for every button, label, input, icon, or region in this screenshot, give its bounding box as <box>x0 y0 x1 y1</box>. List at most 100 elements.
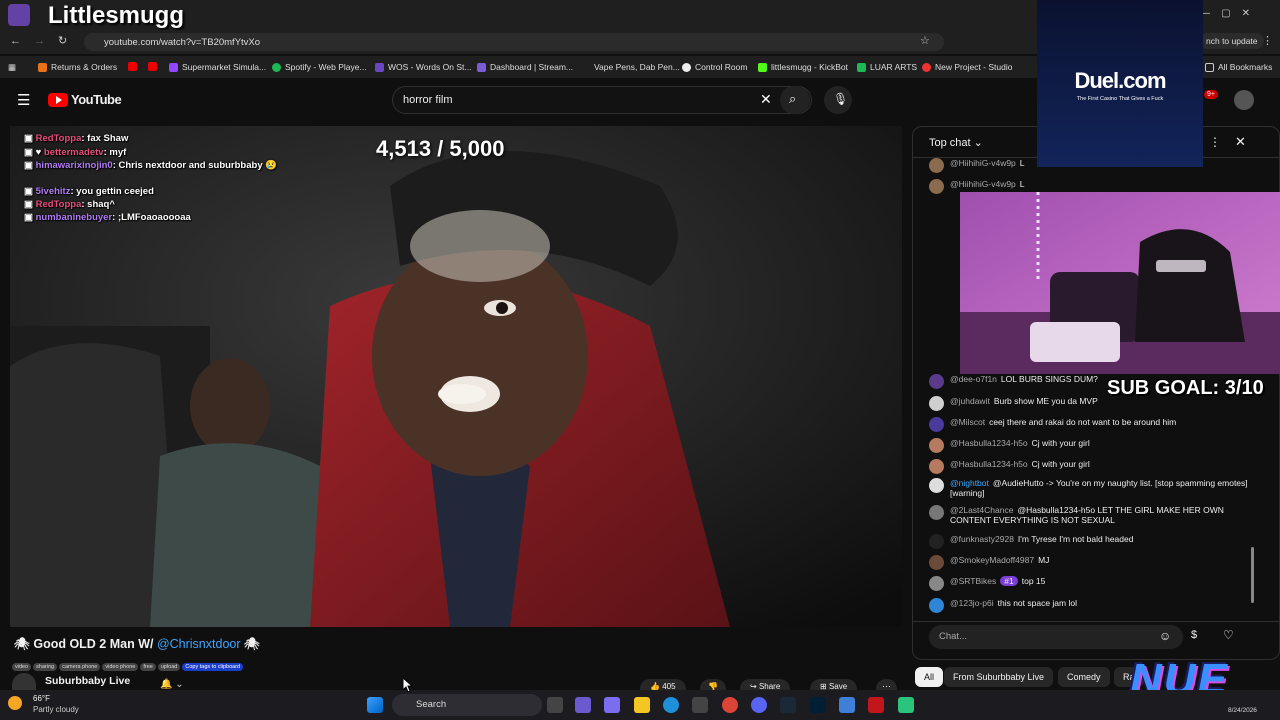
copilot-icon[interactable] <box>575 697 591 713</box>
back-icon[interactable]: ← <box>10 35 21 47</box>
bookmark-item[interactable]: Dashboard | Stream... <box>477 62 573 72</box>
chat-avatar[interactable] <box>929 179 944 194</box>
chat-message[interactable]: @funknasty2928 I'm Tyrese I'm not bald he… <box>929 534 1249 549</box>
chat-avatar[interactable] <box>929 158 944 173</box>
chat-input[interactable]: Chat... <box>929 625 1183 649</box>
chat-mode-dropdown[interactable]: Top chat ⌄ <box>929 136 983 149</box>
emoji-icon[interactable]: ☺ <box>1159 629 1171 643</box>
bookmark-item[interactable]: LUAR ARTS <box>857 62 917 72</box>
chat-message[interactable]: @Hasbulla1234-h5o Cj with your girl <box>929 438 1249 453</box>
chat-author[interactable]: @HiihihiG-v4w9p <box>950 179 1016 189</box>
chat-avatar[interactable] <box>929 505 944 520</box>
chat-avatar[interactable] <box>929 459 944 474</box>
chat-author[interactable]: @funknasty2928 <box>950 534 1014 544</box>
taskbar-search[interactable]: Search <box>392 694 542 716</box>
chat-avatar[interactable] <box>929 478 944 493</box>
bookmark-item[interactable]: New Project - Studio <box>922 62 1012 72</box>
acrobat-icon[interactable] <box>868 697 884 713</box>
chrome-icon[interactable] <box>722 697 738 713</box>
chat-message[interactable]: @SRTBikes #1 top 15 <box>929 576 1249 591</box>
chat-message[interactable]: @2Last4Chance @Hasbulla1234-h5o LET THE G… <box>929 505 1249 525</box>
chat-author[interactable]: @juhdawit <box>950 396 990 406</box>
channel-name[interactable]: Suburbbaby Live <box>45 675 130 687</box>
tag-chip[interactable]: sharing <box>33 663 58 671</box>
chat-avatar[interactable] <box>929 534 944 549</box>
chat-message[interactable]: @nightbot @AudieHutto -> You're on my nau… <box>929 478 1249 498</box>
bookmark-item[interactable]: Spotify - Web Playe... <box>272 62 367 72</box>
account-avatar[interactable] <box>1234 90 1254 110</box>
chat-avatar[interactable] <box>929 598 944 613</box>
chat-author[interactable]: @SRTBikes <box>950 576 996 586</box>
chat-message[interactable]: @Milscot ceej there and rakai do not want… <box>929 417 1249 432</box>
teams-icon[interactable] <box>604 697 620 713</box>
notification-count-badge[interactable]: 9+ <box>1204 90 1218 99</box>
reload-icon[interactable]: ↻ <box>58 34 67 47</box>
chat-author[interactable]: @HiihihiG-v4w9p <box>950 158 1016 168</box>
chat-author[interactable]: @Hasbulla1234-h5o <box>950 438 1028 448</box>
url-input[interactable]: youtube.com/watch?v=TB20mfYtvXo <box>84 33 944 51</box>
apps-grid-icon[interactable]: ▦ <box>8 62 16 73</box>
menu-kebab-icon[interactable]: ⋮ <box>1262 34 1273 47</box>
all-bookmarks-link[interactable]: All Bookmarks <box>1205 62 1272 72</box>
video-title-mention[interactable]: @Chrisnxtdoor <box>157 637 241 651</box>
chat-message[interactable]: @123jo-p6i this not space jam lol <box>929 598 1249 613</box>
tag-chip[interactable]: upload <box>157 663 181 671</box>
save-button[interactable]: ⊞ Save <box>810 679 858 691</box>
task-view-icon[interactable] <box>547 697 563 713</box>
chat-avatar[interactable] <box>929 438 944 453</box>
youtube-bookmark-icon[interactable] <box>148 62 157 71</box>
chat-avatar[interactable] <box>929 555 944 570</box>
store-icon[interactable] <box>692 697 708 713</box>
chat-author[interactable]: @nightbot <box>950 478 989 488</box>
chat-message[interactable]: @Hasbulla1234-h5o Cj with your girl <box>929 459 1249 474</box>
tag-chip[interactable]: free <box>140 663 156 671</box>
chat-author[interactable]: @2Last4Chance <box>950 505 1013 515</box>
more-actions-icon[interactable]: ⋯ <box>876 679 897 691</box>
bookmark-item[interactable]: Supermarket Simula... <box>169 62 266 72</box>
hamburger-menu-icon[interactable]: ☰ <box>17 91 30 109</box>
like-button[interactable]: 👍 405 <box>640 679 686 691</box>
chat-avatar[interactable] <box>929 374 944 389</box>
update-button[interactable]: nch to update <box>1200 33 1264 49</box>
super-chat-icon[interactable]: $ <box>1191 629 1197 641</box>
edge-icon[interactable] <box>663 697 679 713</box>
search-input[interactable]: horror film <box>392 86 812 114</box>
chat-avatar[interactable] <box>929 576 944 591</box>
bookmark-item[interactable]: Vape Pens, Dab Pen... <box>594 62 680 72</box>
channel-avatar[interactable] <box>12 673 36 690</box>
chat-author[interactable]: @Milscot <box>950 417 985 427</box>
bookmark-star-icon[interactable]: ☆ <box>920 34 930 47</box>
chat-menu-icon[interactable]: ⋮ <box>1209 135 1221 149</box>
discord-icon[interactable] <box>751 697 767 713</box>
chat-avatar[interactable] <box>929 417 944 432</box>
windows-start-icon[interactable] <box>367 697 383 713</box>
tag-chip[interactable]: video <box>12 663 32 671</box>
tag-chip[interactable]: video phone <box>102 663 139 671</box>
app-icon[interactable] <box>898 697 914 713</box>
bookmark-item[interactable]: littlesmugg - KickBot <box>758 62 848 72</box>
notepad-icon[interactable] <box>839 697 855 713</box>
share-button[interactable]: ↪ Share <box>740 679 791 691</box>
copy-tags-button[interactable]: Copy tags to clipboard <box>182 663 244 671</box>
chat-scrollbar[interactable] <box>1251 547 1254 603</box>
tag-chip[interactable]: camera phone <box>59 663 101 671</box>
chat-avatar[interactable] <box>929 396 944 411</box>
chat-author[interactable]: @SmokeyMadoff4987 <box>950 555 1034 565</box>
bookmark-item[interactable]: WOS - Words On St... <box>375 62 471 72</box>
photoshop-icon[interactable] <box>810 697 826 713</box>
bookmark-item[interactable]: Returns & Orders <box>38 62 117 72</box>
bookmark-item[interactable]: Control Room <box>682 62 747 72</box>
subscribe-bell-icon[interactable]: 🔔 ⌄ <box>160 679 184 690</box>
window-controls[interactable]: — ▢ ✕ <box>1200 8 1250 19</box>
close-chat-icon[interactable]: ✕ <box>1235 134 1246 150</box>
weather-temp[interactable]: 66°F <box>33 694 50 703</box>
youtube-bookmark-icon[interactable] <box>128 62 137 71</box>
video-player[interactable]: 4,513 / 5,000 <box>10 126 902 627</box>
file-explorer-icon[interactable] <box>634 697 650 713</box>
search-button[interactable]: ⌕ <box>780 86 810 114</box>
clear-search-icon[interactable]: ✕ <box>760 91 772 108</box>
forward-icon[interactable]: → <box>34 35 45 47</box>
chip-comedy[interactable]: Comedy <box>1058 667 1110 687</box>
dislike-button[interactable]: 👎 <box>700 679 726 691</box>
weather-desc[interactable]: Partly cloudy <box>33 705 79 714</box>
